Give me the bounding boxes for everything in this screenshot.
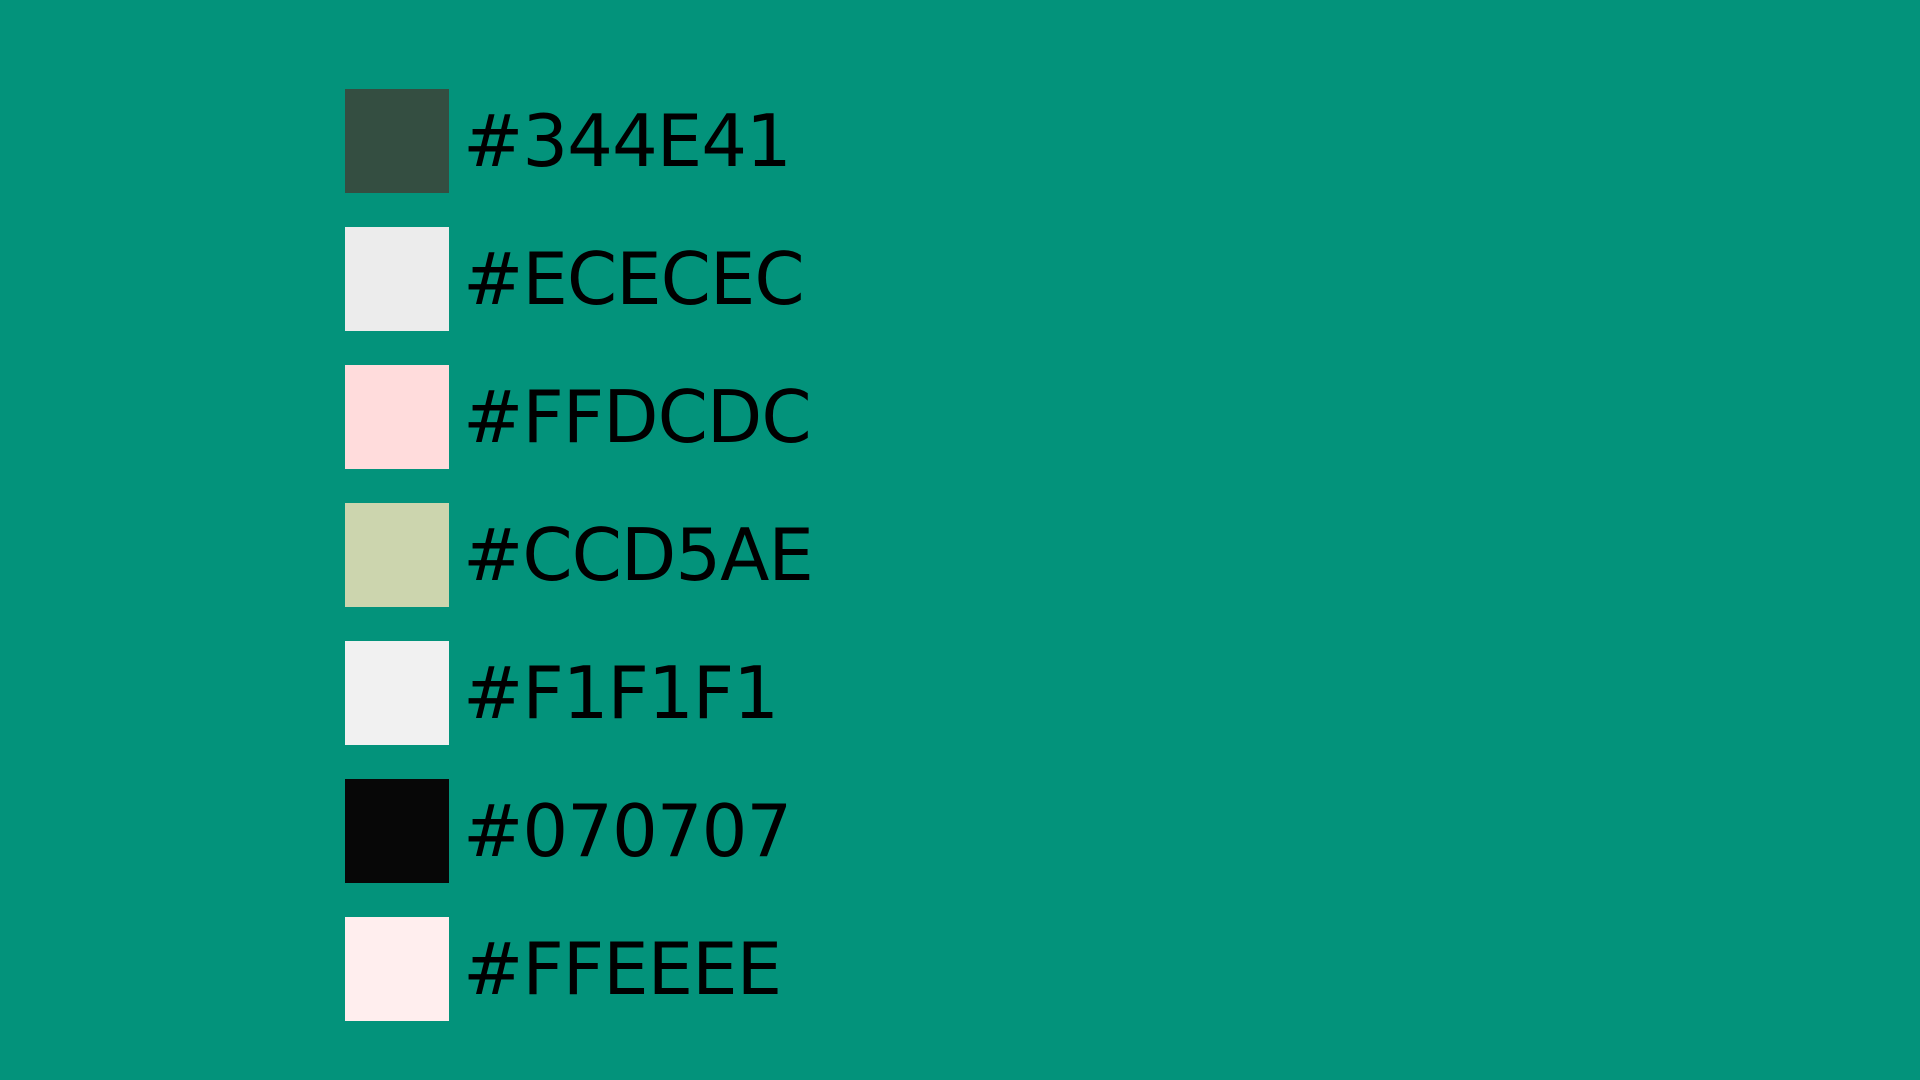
color-swatch: [345, 917, 449, 1021]
color-swatch-row: #CCD5AE: [345, 503, 814, 607]
color-palette-list: #344E41 #ECECEC #FFDCDC #CCD5AE #F1F1F1 …: [345, 89, 814, 1021]
color-swatch: [345, 227, 449, 331]
color-swatch: [345, 503, 449, 607]
color-swatch-row: #344E41: [345, 89, 813, 193]
color-swatch: [345, 89, 449, 193]
color-swatch-row: #FFDCDC: [345, 365, 813, 469]
hex-code-label: #F1F1F1: [463, 651, 779, 735]
color-swatch: [345, 365, 449, 469]
palette-canvas: { "background": "#03937b", "text_color":…: [0, 0, 1920, 1080]
color-swatch-row: #FFEEEE: [345, 917, 813, 1021]
hex-code-label: #070707: [463, 789, 792, 873]
color-swatch-row: #F1F1F1: [345, 641, 813, 745]
hex-code-label: #FFEEEE: [463, 927, 782, 1011]
hex-code-label: #344E41: [463, 99, 792, 183]
hex-code-label: #CCD5AE: [463, 513, 814, 597]
hex-code-label: #FFDCDC: [463, 375, 812, 459]
color-swatch-row: #070707: [345, 779, 813, 883]
color-swatch: [345, 641, 449, 745]
color-swatch-row: #ECECEC: [345, 227, 813, 331]
color-swatch: [345, 779, 449, 883]
hex-code-label: #ECECEC: [463, 237, 805, 321]
